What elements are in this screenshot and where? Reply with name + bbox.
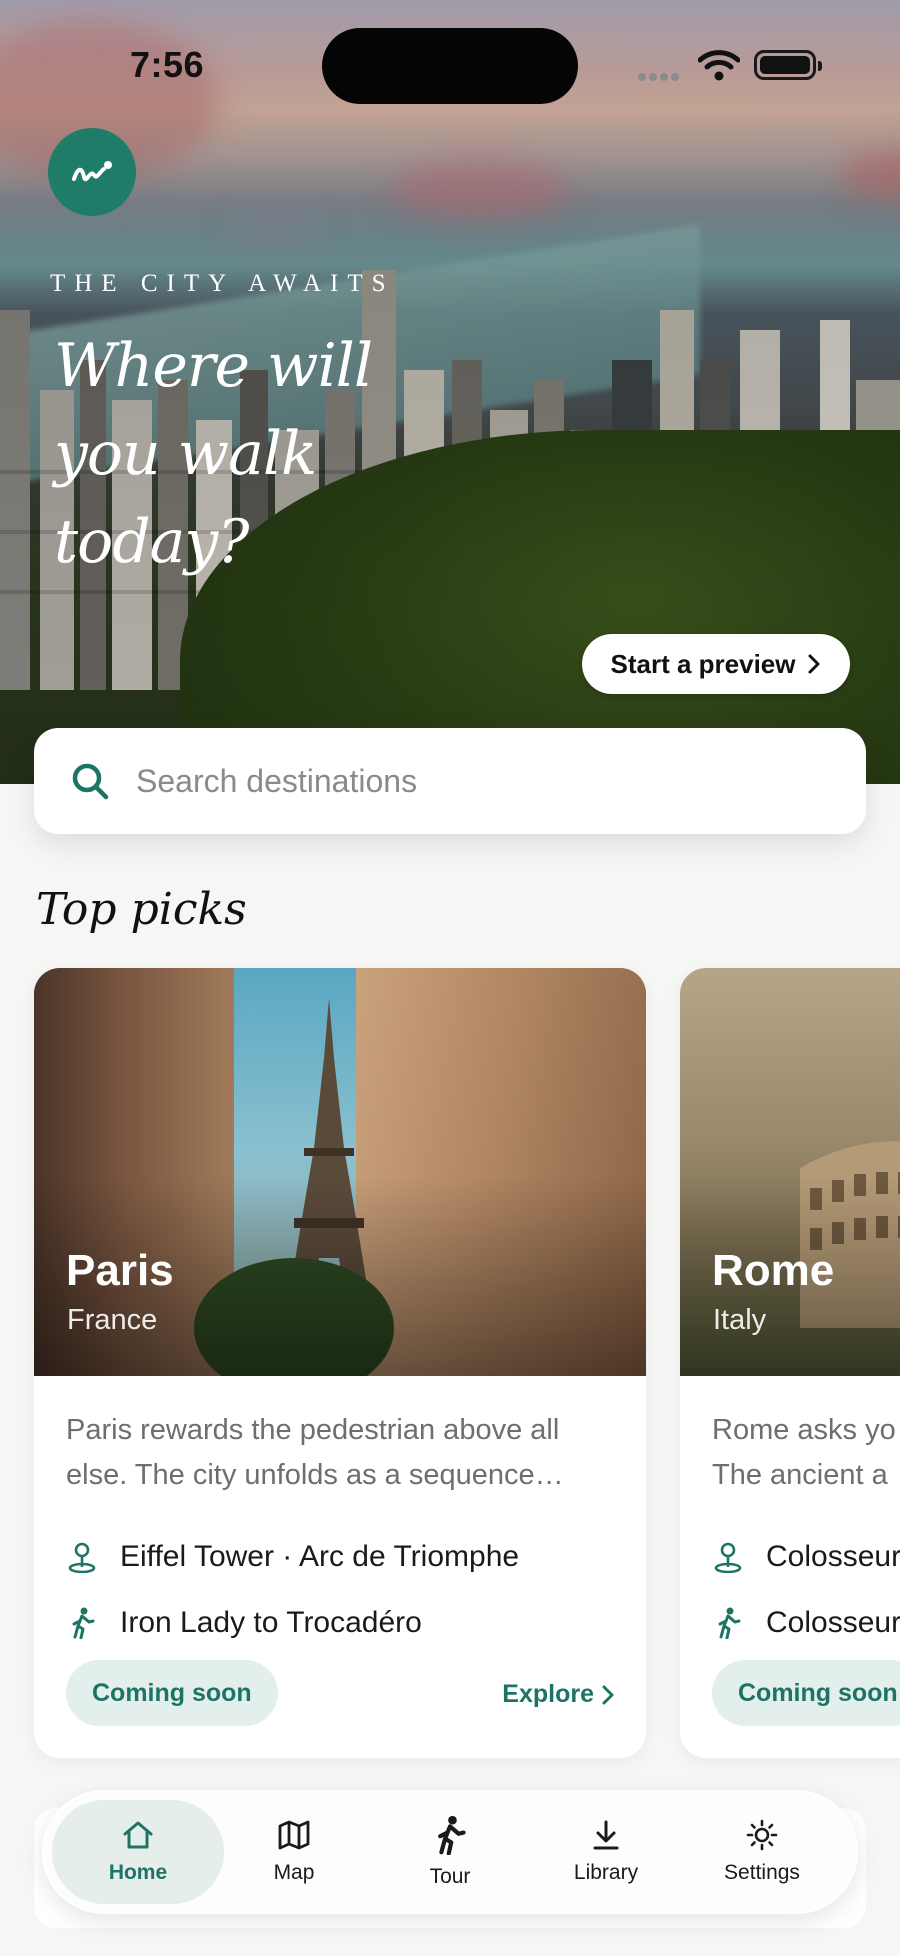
top-picks-title: Top picks — [36, 884, 247, 935]
card-city-name: Paris — [66, 1246, 174, 1295]
chevron-right-icon — [602, 1685, 614, 1704]
download-icon — [593, 1820, 619, 1850]
tab-bar: Home Map Tour Library Settings — [42, 1790, 858, 1914]
landmark-pin-icon — [66, 1541, 98, 1573]
card-description: Paris rewards the pedestrian above all e… — [66, 1414, 564, 1491]
landmark-pin-icon — [712, 1541, 744, 1573]
card-description: Rome asks yo The ancient a — [712, 1408, 900, 1498]
app-logo[interactable] — [48, 128, 136, 216]
dynamic-island — [322, 28, 578, 104]
chevron-right-icon — [808, 654, 820, 674]
card-landmarks-text: Eiffel Tower · Arc de Triomphe — [120, 1540, 520, 1573]
tab-library[interactable]: Library — [526, 1790, 686, 1914]
explore-button[interactable]: Explore — [502, 1680, 614, 1709]
tab-label: Map — [273, 1861, 315, 1884]
destination-card-paris[interactable]: Paris France Paris rewards the pedestria… — [34, 968, 646, 1758]
tab-label: Tour — [429, 1865, 471, 1888]
coming-soon-badge: Coming soon — [66, 1660, 278, 1726]
status-time: 7:56 — [130, 44, 205, 85]
tab-map[interactable]: Map — [214, 1790, 374, 1914]
card-walk-row: Colosseur — [712, 1606, 900, 1640]
card-description-line: Rome asks yo — [712, 1414, 896, 1446]
walking-icon — [438, 1815, 466, 1855]
card-country-name: France — [67, 1304, 158, 1336]
app-screen: 7:56 THE CITY AWAITS Where will you walk… — [0, 0, 900, 1956]
squiggle-logo-icon — [72, 161, 112, 182]
paris-photo: Paris France — [34, 968, 646, 1376]
rome-photo: Rome Italy — [680, 968, 900, 1376]
tab-label: Library — [573, 1861, 639, 1884]
tab-tour[interactable]: Tour — [370, 1790, 530, 1914]
walking-icon — [712, 1607, 744, 1639]
card-landmarks-text: Colosseur — [766, 1540, 900, 1573]
card-walk-text: Iron Lady to Trocadéro — [120, 1606, 422, 1639]
card-city-name: Rome — [712, 1246, 835, 1295]
status-bar: 7:56 — [0, 0, 900, 130]
card-walk-row: Iron Lady to Trocadéro — [66, 1606, 422, 1640]
wifi-icon — [698, 50, 740, 81]
card-landmarks-row: Colosseur — [712, 1540, 900, 1574]
card-country-name: Italy — [713, 1304, 767, 1336]
card-walk-text: Colosseur — [766, 1606, 900, 1639]
start-preview-label: Start a preview — [610, 648, 796, 679]
search-bar[interactable]: Search destinations — [34, 728, 866, 834]
explore-label: Explore — [502, 1680, 594, 1708]
search-icon — [72, 763, 109, 800]
cellular-signal-icon — [638, 68, 684, 81]
sun-gear-icon — [746, 1819, 778, 1851]
hero-headline: Where will you walk today? — [54, 331, 373, 577]
map-icon — [278, 1820, 310, 1850]
walking-icon — [66, 1607, 98, 1639]
tab-label: Home — [108, 1861, 168, 1884]
start-preview-button[interactable]: Start a preview — [582, 634, 850, 694]
tab-label: Settings — [724, 1861, 800, 1884]
search-placeholder: Search destinations — [136, 762, 418, 799]
tab-home[interactable]: Home — [58, 1790, 218, 1914]
card-landmarks-row: Eiffel Tower · Arc de Triomphe — [66, 1540, 519, 1574]
card-description-line: The ancient a — [712, 1459, 888, 1491]
hero-eyebrow: THE CITY AWAITS — [50, 270, 395, 297]
coming-soon-badge: Coming soon — [712, 1660, 900, 1726]
destination-card-rome[interactable]: Rome Italy Rome asks yo The ancient a Co… — [680, 968, 900, 1758]
tab-settings[interactable]: Settings — [682, 1790, 842, 1914]
battery-icon — [754, 50, 822, 80]
home-icon — [123, 1821, 153, 1849]
